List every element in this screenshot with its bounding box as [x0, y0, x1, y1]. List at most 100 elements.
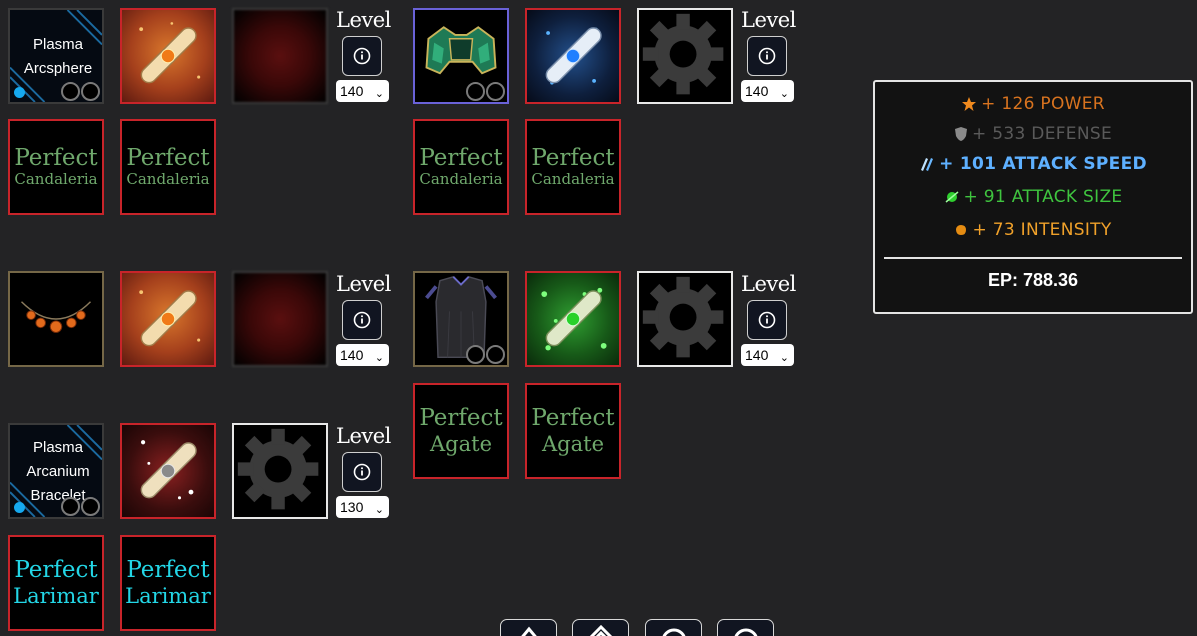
- circle-action-icon: [734, 628, 757, 636]
- rarity-dot-icon: [14, 87, 25, 98]
- info-button[interactable]: [342, 300, 382, 340]
- bottom-button-1[interactable]: [500, 619, 557, 636]
- gem-slot-larimar[interactable]: Perfect Larimar: [120, 535, 216, 631]
- stat-intensity-text: + 73 INTENSITY: [972, 220, 1112, 240]
- info-button[interactable]: [747, 36, 787, 76]
- ep-value: EP: 788.36: [987, 270, 1079, 290]
- power-star-icon: [962, 97, 977, 111]
- chevron-up-icon: [520, 626, 537, 636]
- chevron-down-icon: ⌄: [374, 352, 384, 364]
- stat-attack-size-text: + 91 ATTACK SIZE: [963, 187, 1123, 207]
- info-button[interactable]: [342, 452, 382, 492]
- item-slot-armor-green[interactable]: [413, 8, 509, 104]
- defense-shield-icon: [955, 127, 967, 141]
- level-label: Level: [336, 272, 391, 296]
- info-icon: [758, 47, 776, 65]
- info-button[interactable]: [747, 300, 787, 340]
- gem-quality: Perfect: [126, 145, 210, 171]
- socket-rings: [61, 82, 100, 101]
- hidden-slot[interactable]: [232, 8, 328, 104]
- bottom-button-2[interactable]: [572, 619, 629, 636]
- hidden-slot[interactable]: [232, 271, 328, 367]
- item-slot-robe[interactable]: [413, 271, 509, 367]
- gem-name: Candaleria: [531, 170, 615, 188]
- info-icon: [353, 47, 371, 65]
- gem-slot-candaleria[interactable]: Perfect Candaleria: [8, 119, 104, 215]
- level-control: Level 140 ⌄: [336, 272, 392, 366]
- attack-size-icon: [945, 191, 959, 203]
- level-label: Level: [336, 8, 391, 32]
- gear-placeholder-icon: [237, 428, 319, 510]
- scroll-icon: [541, 287, 607, 351]
- level-select[interactable]: 130 ⌄: [336, 496, 389, 518]
- stat-attack-speed: + 101 ATTACK SPEED: [875, 154, 1191, 174]
- circle-action-icon: [662, 628, 685, 636]
- bottom-button-3[interactable]: [645, 619, 702, 636]
- empty-slot[interactable]: [637, 271, 733, 367]
- info-icon: [353, 311, 371, 329]
- level-control: Level 140 ⌄: [336, 8, 392, 102]
- intensity-icon: [956, 225, 967, 235]
- level-label: Level: [741, 272, 796, 296]
- level-select-value: 140: [340, 347, 364, 363]
- item-name: Plasma Arcsphere: [23, 36, 93, 77]
- gem-name: Candaleria: [419, 170, 503, 188]
- item-slot-plasma-arcsphere[interactable]: Plasma Arcsphere: [8, 8, 104, 104]
- gear-placeholder-icon: [642, 13, 724, 95]
- info-icon: [353, 463, 371, 481]
- level-select[interactable]: 140 ⌄: [741, 344, 794, 366]
- scroll-icon: [139, 22, 201, 84]
- stat-defense-text: + 533 DEFENSE: [972, 124, 1112, 144]
- gem-name: Candaleria: [14, 170, 98, 188]
- level-label: Level: [336, 424, 391, 448]
- level-select[interactable]: 140 ⌄: [741, 80, 794, 102]
- gem-name: Agate: [430, 432, 492, 456]
- gem-slot-agate[interactable]: Perfect Agate: [413, 383, 509, 479]
- scroll-slot-orange[interactable]: [120, 8, 216, 104]
- gem-quality: Perfect: [419, 405, 503, 431]
- gem-slot-candaleria[interactable]: Perfect Candaleria: [120, 119, 216, 215]
- gem-name: Candaleria: [126, 170, 210, 188]
- socket-rings: [61, 497, 100, 516]
- level-control: Level 140 ⌄: [741, 8, 797, 102]
- scroll-icon: [139, 290, 201, 347]
- level-control: Level 130 ⌄: [336, 424, 392, 518]
- level-select-value: 140: [340, 83, 364, 99]
- bottom-button-4[interactable]: [717, 619, 774, 636]
- chevron-down-icon: ⌄: [779, 88, 789, 100]
- level-select[interactable]: 140 ⌄: [336, 80, 389, 102]
- chevron-down-icon: ⌄: [779, 352, 789, 364]
- empty-slot[interactable]: [637, 8, 733, 104]
- chevron-down-icon: ⌄: [374, 504, 384, 516]
- gem-slot-agate[interactable]: Perfect Agate: [525, 383, 621, 479]
- item-slot-plasma-bracelet[interactable]: Plasma Arcanium Bracelet: [8, 423, 104, 519]
- stat-defense: + 533 DEFENSE: [875, 124, 1191, 144]
- rarity-dot-icon: [14, 502, 25, 513]
- stats-divider: [884, 257, 1182, 259]
- item-slot-necklace[interactable]: [8, 271, 104, 367]
- gem-slot-larimar[interactable]: Perfect Larimar: [8, 535, 104, 631]
- gem-slot-candaleria[interactable]: Perfect Candaleria: [413, 119, 509, 215]
- gem-quality: Perfect: [126, 557, 210, 583]
- gem-slot-candaleria[interactable]: Perfect Candaleria: [525, 119, 621, 215]
- gem-quality: Perfect: [531, 405, 615, 431]
- gem-name: Agate: [542, 432, 604, 456]
- scroll-slot-silver[interactable]: [120, 423, 216, 519]
- info-button[interactable]: [342, 36, 382, 76]
- info-icon: [758, 311, 776, 329]
- level-select-value: 140: [745, 83, 769, 99]
- double-chevron-up-icon: [589, 624, 612, 636]
- empty-slot[interactable]: [232, 423, 328, 519]
- scroll-slot-green[interactable]: [525, 271, 621, 367]
- gear-placeholder-icon: [642, 276, 724, 358]
- level-control: Level 140 ⌄: [741, 272, 797, 366]
- gem-quality: Perfect: [419, 145, 503, 171]
- level-select-value: 130: [340, 499, 364, 515]
- scroll-icon: [140, 440, 197, 500]
- stat-power-text: + 126 POWER: [981, 94, 1105, 114]
- gem-quality: Perfect: [14, 557, 98, 583]
- stat-intensity: + 73 INTENSITY: [875, 220, 1191, 240]
- scroll-slot-orange[interactable]: [120, 271, 216, 367]
- scroll-slot-blue[interactable]: [525, 8, 621, 104]
- level-select[interactable]: 140 ⌄: [336, 344, 389, 366]
